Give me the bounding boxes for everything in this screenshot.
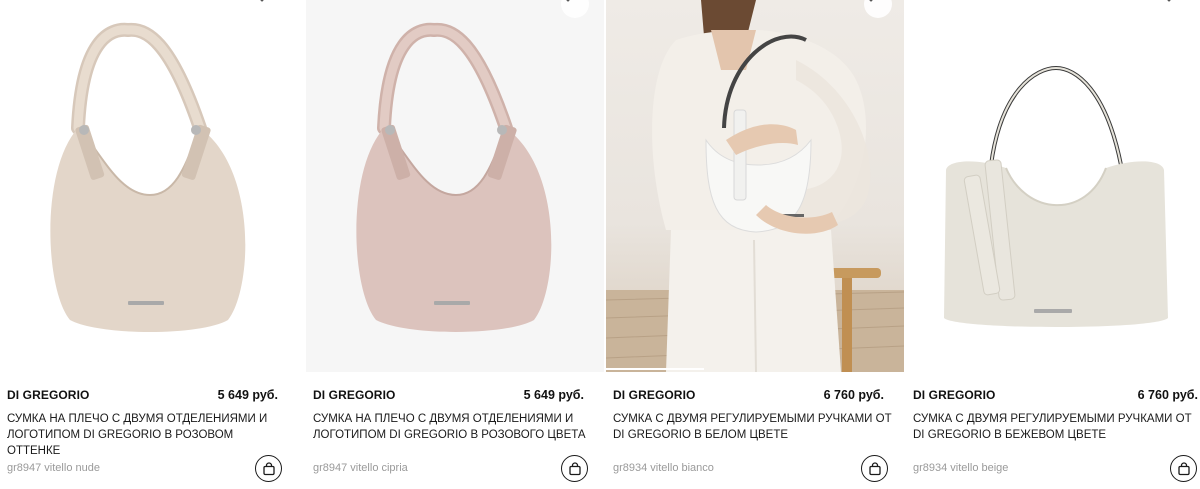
product-sku: gr8934 vitello beige <box>913 462 1009 474</box>
product-brand[interactable]: DI GREGORIO <box>913 388 995 402</box>
hobo-bag-nude-illustration <box>50 22 246 332</box>
add-to-cart-button[interactable] <box>561 455 588 482</box>
product-title[interactable]: СУМКА С ДВУМЯ РЕГУЛИРУЕМЫМИ РУЧКАМИ ОТ D… <box>613 411 895 443</box>
product-brand[interactable]: DI GREGORIO <box>7 388 89 402</box>
product-image[interactable] <box>306 0 604 372</box>
product-card[interactable]: DI GREGORIO 5 649 руб. СУМКА НА ПЛЕЧО С … <box>0 0 298 489</box>
product-grid: DI GREGORIO 5 649 руб. СУМКА НА ПЛЕЧО С … <box>0 0 1200 489</box>
product-card[interactable]: DI GREGORIO 5 649 руб. СУМКА НА ПЛЕЧО С … <box>306 0 604 489</box>
product-sku: gr8947 vitello nude <box>7 462 100 474</box>
heart-icon <box>869 0 873 2</box>
product-image[interactable] <box>906 0 1200 372</box>
product-card[interactable]: DI GREGORIO 6 760 руб. СУМКА С ДВУМЯ РЕГ… <box>906 0 1200 489</box>
product-brand[interactable]: DI GREGORIO <box>613 388 695 402</box>
heart-icon <box>1167 0 1171 2</box>
heart-icon <box>260 0 264 2</box>
shopping-bag-icon <box>568 461 581 475</box>
add-to-cart-button[interactable] <box>1170 455 1197 482</box>
add-to-cart-button[interactable] <box>861 455 888 482</box>
product-price: 6 760 руб. <box>1137 388 1198 402</box>
image-slider-indicator[interactable] <box>606 368 704 370</box>
model-with-white-bag-illustration <box>606 0 904 372</box>
product-title[interactable]: СУМКА С ДВУМЯ РЕГУЛИРУЕМЫМИ РУЧКАМИ ОТ D… <box>913 411 1195 443</box>
heart-icon <box>566 0 570 2</box>
product-title[interactable]: СУМКА НА ПЛЕЧО С ДВУМЯ ОТДЕЛЕНИЯМИ И ЛОГ… <box>7 411 289 459</box>
product-card[interactable]: DI GREGORIO 6 760 руб. СУМКА С ДВУМЯ РЕГ… <box>606 0 904 489</box>
shopping-bag-icon <box>262 461 275 475</box>
product-image[interactable] <box>0 0 298 372</box>
product-title[interactable]: СУМКА НА ПЛЕЧО С ДВУМЯ ОТДЕЛЕНИЯМИ И ЛОГ… <box>313 411 595 443</box>
product-image[interactable] <box>606 0 904 372</box>
product-sku: gr8947 vitello cipria <box>313 462 408 474</box>
product-sku: gr8934 vitello bianco <box>613 462 714 474</box>
shopping-bag-icon <box>1177 461 1190 475</box>
shopping-bag-icon <box>868 461 881 475</box>
product-brand[interactable]: DI GREGORIO <box>313 388 395 402</box>
add-to-cart-button[interactable] <box>255 455 282 482</box>
hobo-bag-cipria-illustration <box>356 22 552 332</box>
product-price: 5 649 руб. <box>523 388 584 402</box>
tote-bag-beige-illustration <box>944 65 1168 327</box>
product-price: 6 760 руб. <box>823 388 884 402</box>
product-price: 5 649 руб. <box>217 388 278 402</box>
